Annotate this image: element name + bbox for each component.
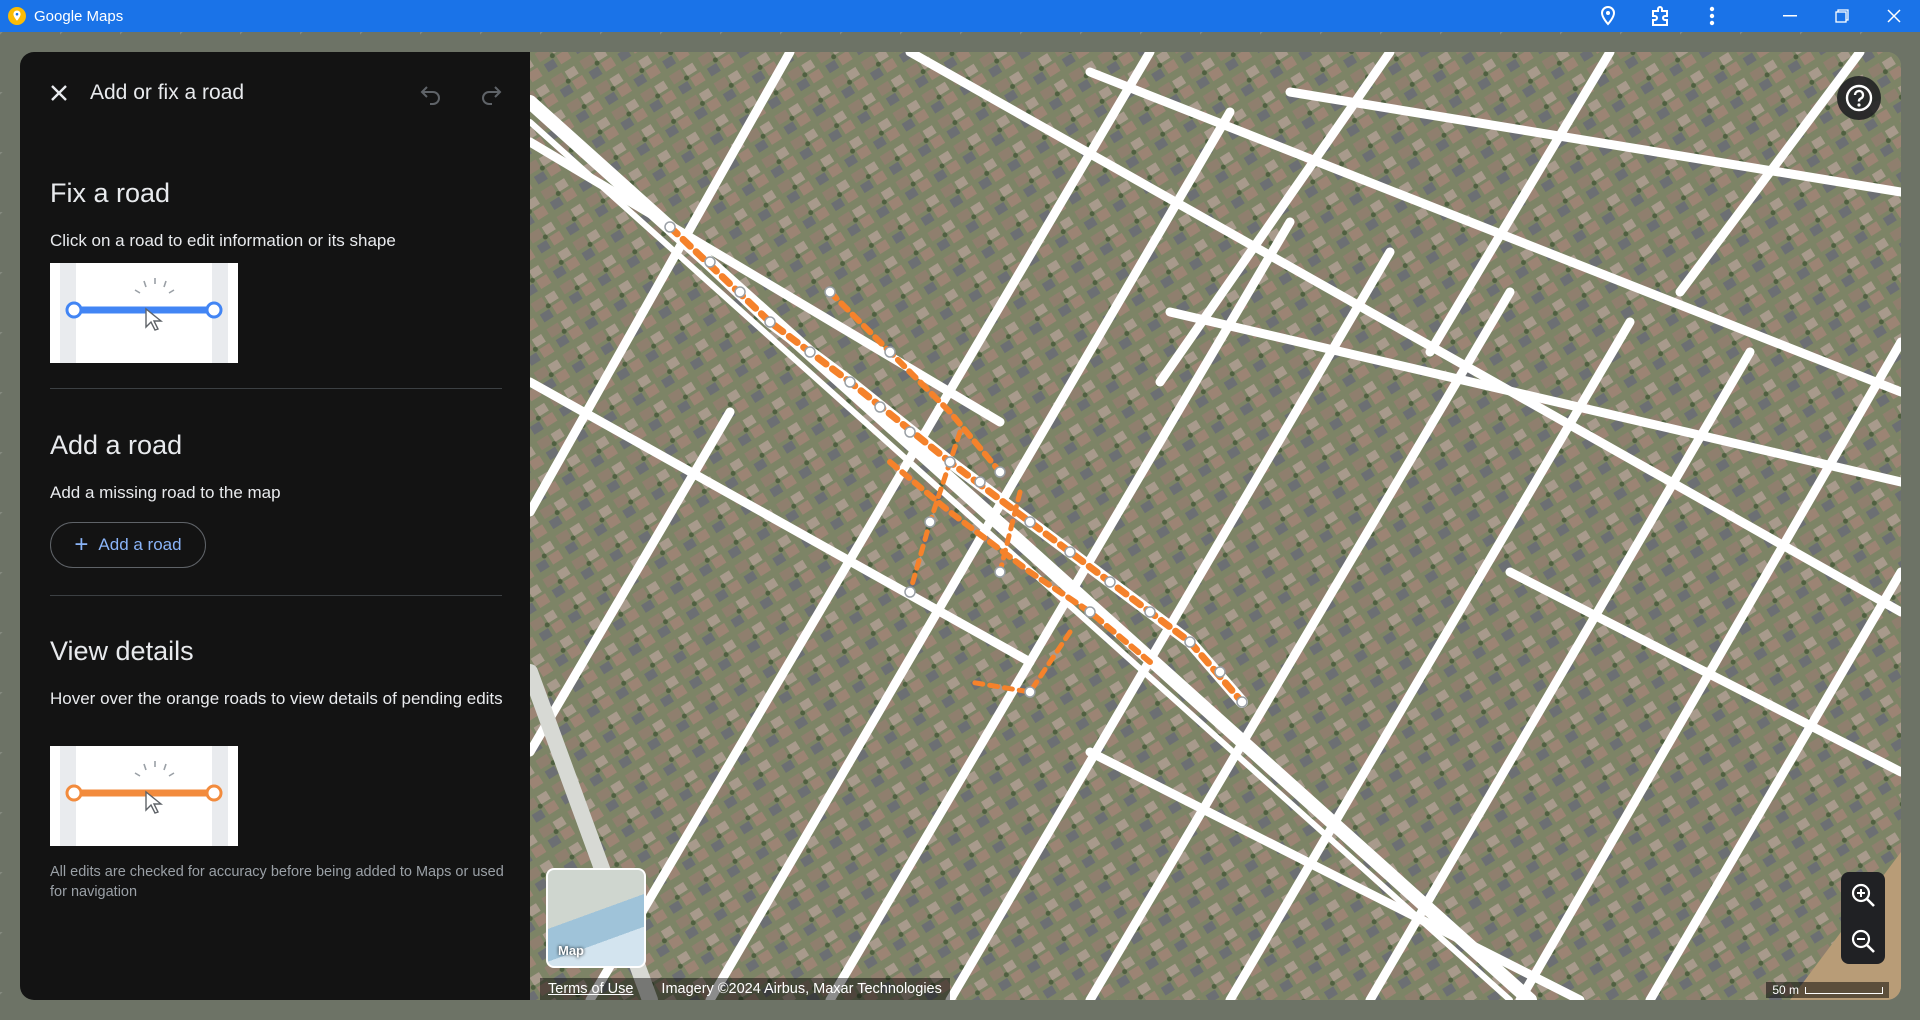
scale-line <box>1805 986 1883 994</box>
help-icon <box>1845 84 1873 112</box>
view-details-description: Hover over the orange roads to view deta… <box>50 689 503 708</box>
add-road-button[interactable]: + Add a road <box>50 522 206 568</box>
fix-road-description: Click on a road to edit information or i… <box>50 231 396 250</box>
view-details-illustration <box>50 746 238 846</box>
view-details-section: View details <box>50 636 500 667</box>
add-road-heading: Add a road <box>50 430 183 460</box>
add-road-section: Add a road <box>50 430 500 461</box>
add-road-description: Add a missing road to the map <box>50 483 281 502</box>
more-vert-icon[interactable] <box>1686 0 1738 32</box>
undo-icon[interactable] <box>418 80 444 106</box>
divider <box>50 595 502 596</box>
map-canvas[interactable] <box>530 52 1901 1000</box>
scale-label: 50 m <box>1772 983 1799 997</box>
imagery-credit: Imagery ©2024 Airbus, Maxar Technologies <box>661 981 942 997</box>
minimize-icon[interactable] <box>1764 0 1816 32</box>
accuracy-footnote: All edits are checked for accuracy befor… <box>50 864 504 900</box>
panel-header: Add or fix a road <box>20 52 530 132</box>
divider <box>50 388 502 389</box>
title-bar: Google Maps <box>0 0 1920 32</box>
fix-road-heading: Fix a road <box>50 178 171 208</box>
zoom-out-icon[interactable] <box>1850 928 1876 954</box>
add-road-button-label: Add a road <box>98 535 182 554</box>
view-details-heading: View details <box>50 636 194 666</box>
fix-road-section: Fix a road <box>50 178 500 209</box>
edit-road-panel: Add or fix a road Fix a road Click on a … <box>20 52 530 1000</box>
help-button[interactable] <box>1837 76 1881 120</box>
satellite-map[interactable]: Map Terms of Use Imagery ©2024 Airbus, M… <box>530 52 1901 1000</box>
restore-icon[interactable] <box>1816 0 1868 32</box>
close-icon[interactable] <box>1868 0 1920 32</box>
map-layer-label: Map <box>558 943 584 958</box>
panel-title: Add or fix a road <box>90 81 245 104</box>
map-attribution: Terms of Use Imagery ©2024 Airbus, Maxar… <box>540 978 950 1000</box>
zoom-in-icon[interactable] <box>1850 882 1876 908</box>
view-details-description-wrap: Hover over the orange roads to view deta… <box>50 686 510 711</box>
redo-icon[interactable] <box>478 80 504 106</box>
google-maps-icon <box>8 7 26 25</box>
window-title: Google Maps <box>34 7 124 25</box>
location-pin-icon[interactable] <box>1582 0 1634 32</box>
close-panel-icon[interactable] <box>46 80 72 106</box>
extension-icon[interactable] <box>1634 0 1686 32</box>
fix-road-illustration <box>50 263 238 363</box>
add-road-description-wrap: Add a missing road to the map <box>50 480 500 505</box>
map-layer-toggle[interactable]: Map <box>546 868 646 968</box>
fix-road-description-wrap: Click on a road to edit information or i… <box>50 228 500 253</box>
scale-bar[interactable]: 50 m <box>1766 982 1889 998</box>
terms-of-use-link[interactable]: Terms of Use <box>548 981 633 997</box>
plus-icon: + <box>74 531 89 558</box>
zoom-controls <box>1841 872 1885 964</box>
